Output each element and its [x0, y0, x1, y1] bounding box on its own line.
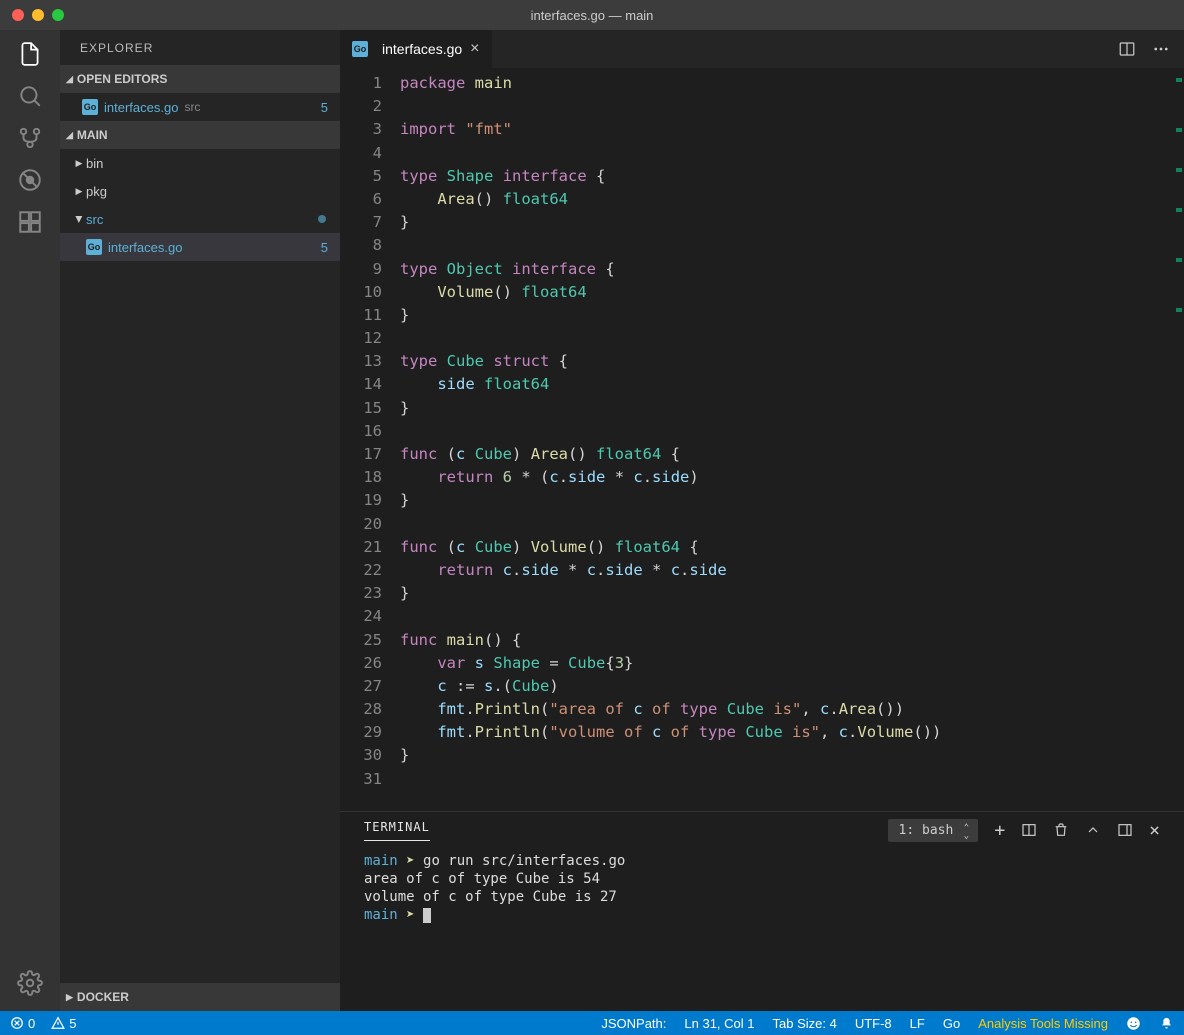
settings-gear-icon[interactable] — [16, 969, 44, 997]
code-editor[interactable]: 1234567891011121314151617181920212223242… — [340, 68, 1184, 811]
terminal-tab[interactable]: TERMINAL — [364, 820, 430, 841]
minimap-marker — [1176, 258, 1182, 262]
folder-pkg[interactable]: ▶ pkg — [60, 177, 340, 205]
code-content[interactable]: package main import "fmt" type Shape int… — [400, 68, 1184, 811]
minimap-marker — [1176, 128, 1182, 132]
kill-terminal-icon[interactable] — [1053, 822, 1069, 838]
extensions-icon[interactable] — [16, 208, 44, 236]
activity-bar — [0, 30, 60, 1011]
go-file-icon: Go — [86, 239, 102, 255]
folder-label: src — [86, 212, 103, 227]
split-editor-icon[interactable] — [1118, 40, 1136, 58]
panel-layout-icon[interactable] — [1117, 822, 1133, 838]
minimap-marker — [1176, 168, 1182, 172]
chevron-right-icon: ▶ — [66, 992, 73, 1003]
chevron-right-icon: ▶ — [72, 158, 86, 169]
modified-dot-icon — [318, 215, 326, 223]
maximize-panel-icon[interactable] — [1085, 822, 1101, 838]
folder-bin[interactable]: ▶ bin — [60, 149, 340, 177]
terminal-selector[interactable]: 1: bash — [888, 819, 979, 842]
panel-tabs: TERMINAL 1: bash + × — [340, 812, 1184, 848]
status-warnings[interactable]: 5 — [51, 1016, 76, 1031]
close-window-button[interactable] — [12, 9, 24, 21]
minimap-marker — [1176, 78, 1182, 82]
close-panel-icon[interactable]: × — [1149, 820, 1160, 841]
new-terminal-icon[interactable]: + — [994, 820, 1005, 841]
open-editor-path: src — [184, 100, 200, 114]
sidebar: EXPLORER ◢ OPEN EDITORS Go interfaces.go… — [60, 30, 340, 1011]
docker-label: DOCKER — [77, 990, 129, 1004]
more-actions-icon[interactable] — [1152, 40, 1170, 58]
go-file-icon: Go — [82, 99, 98, 115]
status-tab-size[interactable]: Tab Size: 4 — [773, 1016, 837, 1031]
tab-label: interfaces.go — [382, 41, 462, 57]
file-interfaces-go[interactable]: Go interfaces.go 5 — [60, 233, 340, 261]
folder-label: pkg — [86, 184, 107, 199]
search-icon[interactable] — [16, 82, 44, 110]
editor-area: Go interfaces.go × 123456789101112131415… — [340, 30, 1184, 1011]
status-encoding[interactable]: UTF-8 — [855, 1016, 892, 1031]
status-cursor-position[interactable]: Ln 31, Col 1 — [684, 1016, 754, 1031]
open-editors-label: OPEN EDITORS — [77, 72, 167, 86]
chevron-down-icon: ◢ — [66, 74, 73, 85]
docker-section-header[interactable]: ▶ DOCKER — [60, 983, 340, 1011]
status-jsonpath[interactable]: JSONPath: — [601, 1016, 666, 1031]
open-editor-item[interactable]: Go interfaces.go src 5 — [60, 93, 340, 121]
open-editor-badge: 5 — [321, 100, 328, 115]
minimize-window-button[interactable] — [32, 9, 44, 21]
chevron-down-icon: ▶ — [74, 212, 85, 226]
status-feedback-icon[interactable] — [1126, 1016, 1141, 1031]
folder-label: bin — [86, 156, 103, 171]
terminal-body[interactable]: main ➤ go run src/interfaces.goarea of c… — [340, 848, 1184, 1011]
status-analysis-tools[interactable]: Analysis Tools Missing — [978, 1016, 1108, 1031]
tab-interfaces-go[interactable]: Go interfaces.go × — [340, 30, 493, 68]
close-tab-icon[interactable]: × — [470, 40, 479, 58]
line-gutter: 1234567891011121314151617181920212223242… — [340, 68, 400, 811]
chevron-right-icon: ▶ — [72, 186, 86, 197]
source-control-icon[interactable] — [16, 124, 44, 152]
titlebar: interfaces.go — main — [0, 0, 1184, 30]
editor-actions — [1118, 40, 1184, 58]
error-count: 0 — [28, 1016, 35, 1031]
editor-tabs: Go interfaces.go × — [340, 30, 1184, 68]
explorer-icon[interactable] — [16, 40, 44, 68]
chevron-down-icon: ◢ — [66, 130, 73, 141]
folder-src[interactable]: ▶ src — [60, 205, 340, 233]
debug-icon[interactable] — [16, 166, 44, 194]
go-file-icon: Go — [352, 41, 368, 57]
file-badge: 5 — [321, 240, 328, 255]
status-eol[interactable]: LF — [910, 1016, 925, 1031]
status-errors[interactable]: 0 — [10, 1016, 35, 1031]
window-title: interfaces.go — main — [531, 8, 654, 23]
status-language[interactable]: Go — [943, 1016, 960, 1031]
minimap-marker — [1176, 308, 1182, 312]
terminal-panel: TERMINAL 1: bash + × — [340, 811, 1184, 1011]
status-bell-icon[interactable] — [1159, 1016, 1174, 1031]
open-editor-filename: interfaces.go — [104, 100, 178, 115]
project-label: MAIN — [77, 128, 108, 142]
window-controls — [0, 9, 64, 21]
split-terminal-icon[interactable] — [1021, 822, 1037, 838]
open-editors-header[interactable]: ◢ OPEN EDITORS — [60, 65, 340, 93]
maximize-window-button[interactable] — [52, 9, 64, 21]
sidebar-title: EXPLORER — [60, 30, 340, 65]
warning-count: 5 — [69, 1016, 76, 1031]
project-header[interactable]: ◢ MAIN — [60, 121, 340, 149]
minimap-marker — [1176, 208, 1182, 212]
file-label: interfaces.go — [108, 240, 182, 255]
status-bar: 0 5 JSONPath: Ln 31, Col 1 Tab Size: 4 U… — [0, 1011, 1184, 1035]
